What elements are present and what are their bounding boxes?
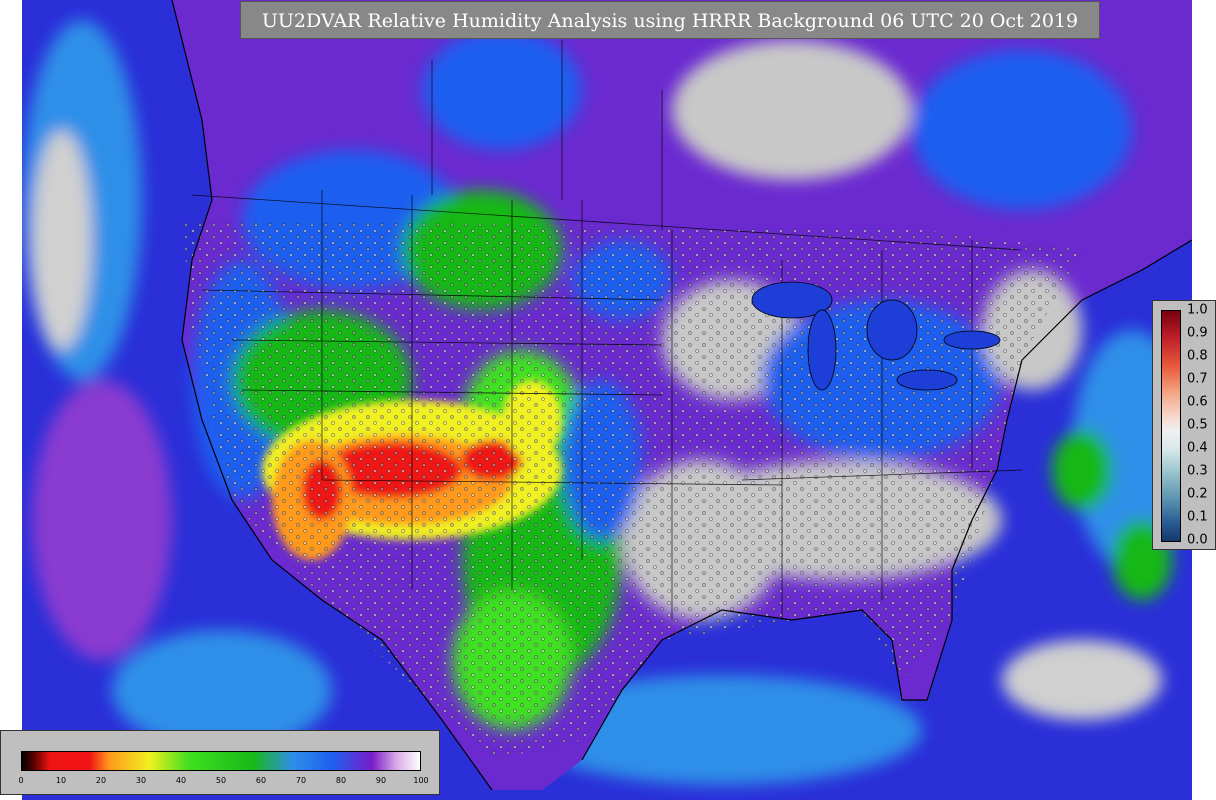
rh-tick-label: 30 — [135, 776, 147, 785]
map-graphic — [22, 0, 1192, 800]
innovation-tick-label: 0.1 — [1187, 509, 1208, 525]
innovation-tick-label: 0.8 — [1187, 348, 1208, 364]
innovation-tick-label: 0.9 — [1187, 325, 1208, 341]
rh-colorbar-panel: 0 10 20 30 40 50 60 70 80 90 100 — [0, 730, 440, 795]
innovation-tick-label: 0.2 — [1187, 486, 1208, 502]
rh-colorbar — [21, 751, 421, 771]
rh-tick-label: 10 — [55, 776, 67, 785]
page-title: UU2DVAR Relative Humidity Analysis using… — [240, 1, 1100, 39]
innovation-tick-label: 0.0 — [1187, 532, 1208, 548]
rh-tick-label: 40 — [175, 776, 187, 785]
innovation-tick-label: 1.0 — [1187, 302, 1208, 318]
innovation-colorbar-panel: 1.0 0.9 0.8 0.7 0.6 0.5 0.4 0.3 0.2 0.1 0.0 — [1152, 300, 1216, 550]
innovation-tick-label: 0.4 — [1187, 440, 1208, 456]
rh-tick-label: 80 — [335, 776, 347, 785]
innovation-colorbar — [1161, 310, 1181, 542]
innovation-tick-label: 0.7 — [1187, 371, 1208, 387]
rh-tick-label: 60 — [255, 776, 267, 785]
innovation-tick-label: 0.5 — [1187, 417, 1208, 433]
rh-tick-label: 0 — [18, 776, 24, 785]
rh-tick-label: 20 — [95, 776, 107, 785]
innovation-tick-label: 0.6 — [1187, 394, 1208, 410]
rh-tick-label: 50 — [215, 776, 227, 785]
rh-tick-label: 100 — [413, 776, 429, 785]
rh-tick-label: 90 — [375, 776, 387, 785]
innovation-tick-label: 0.3 — [1187, 463, 1208, 479]
humidity-map — [22, 0, 1192, 800]
rh-tick-label: 70 — [295, 776, 307, 785]
